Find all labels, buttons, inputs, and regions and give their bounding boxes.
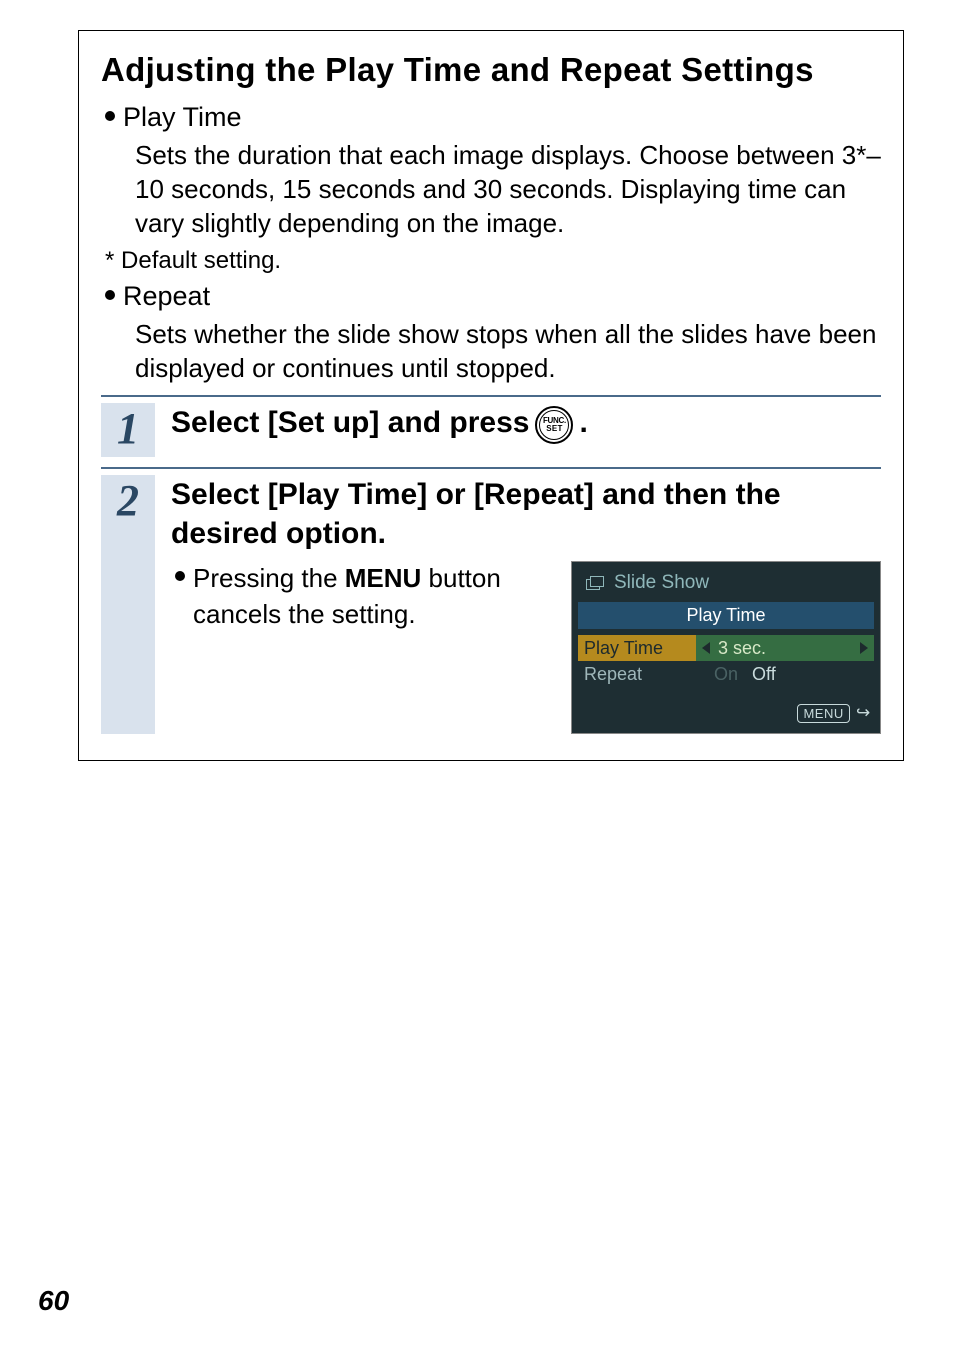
step-number: 1 bbox=[101, 403, 155, 457]
bullet-repeat: Repeat bbox=[101, 279, 881, 314]
bullet-dot-icon bbox=[105, 111, 115, 121]
play-time-description: Sets the duration that each image displa… bbox=[135, 139, 881, 240]
lcd-row-label: Play Time bbox=[578, 638, 696, 659]
bullet-label: Play Time bbox=[123, 100, 242, 135]
lcd-repeat-row: Repeat On Off bbox=[578, 661, 874, 687]
repeat-on-option: On bbox=[714, 664, 738, 685]
step-1-row: 1 Select [Set up] and press FUNC. SET . bbox=[101, 395, 881, 467]
slide-show-icon bbox=[586, 576, 604, 590]
lcd-play-time-value: 3 sec. bbox=[718, 638, 766, 659]
repeat-off-option: Off bbox=[752, 664, 776, 685]
step-1-heading: Select [Set up] and press FUNC. SET . bbox=[171, 403, 881, 442]
step-2-note: Pressing the MENU button cancels the set… bbox=[171, 561, 553, 631]
menu-button-label: MENU bbox=[797, 704, 849, 723]
lcd-row-value: 3 sec. bbox=[696, 635, 874, 661]
section-title: Adjusting the Play Time and Repeat Setti… bbox=[101, 49, 881, 90]
step-2-heading: Select [Play Time] or [Repeat] and then … bbox=[171, 475, 881, 553]
camera-lcd-screenshot: Slide Show Play Time Play Time 3 sec. bbox=[571, 561, 881, 734]
repeat-description: Sets whether the slide show stops when a… bbox=[135, 318, 881, 386]
func-icon-bot: SET bbox=[546, 425, 562, 433]
step-1-text-b: . bbox=[579, 403, 587, 442]
note-part-a: Pressing the bbox=[193, 563, 345, 593]
lcd-section-header: Play Time bbox=[578, 602, 874, 629]
step-2-heading-text: Select [Play Time] or [Repeat] and then … bbox=[171, 475, 881, 553]
func-set-icon: FUNC. SET bbox=[535, 406, 573, 444]
step-2-note-text: Pressing the MENU button cancels the set… bbox=[193, 561, 553, 631]
page-number: 60 bbox=[38, 1285, 69, 1317]
step-1-text-a: Select [Set up] and press bbox=[171, 403, 529, 442]
triangle-right-icon bbox=[860, 642, 868, 654]
bullet-dot-icon bbox=[175, 571, 185, 581]
bullet-label: Repeat bbox=[123, 279, 210, 314]
menu-word: MENU bbox=[345, 563, 422, 593]
bullet-dot-icon bbox=[105, 290, 115, 300]
lcd-play-time-row: Play Time 3 sec. bbox=[578, 635, 874, 661]
step-number: 2 bbox=[101, 475, 155, 734]
lcd-row-label: Repeat bbox=[578, 664, 696, 685]
lcd-footer: MENU ↩ bbox=[572, 687, 880, 725]
lcd-title-row: Slide Show bbox=[572, 562, 880, 602]
step-2-row: 2 Select [Play Time] or [Repeat] and the… bbox=[101, 467, 881, 744]
default-footnote: * Default setting. bbox=[105, 247, 881, 275]
lcd-title: Slide Show bbox=[614, 572, 709, 594]
bullet-play-time: Play Time bbox=[101, 100, 881, 135]
back-arrow-icon: ↩ bbox=[856, 703, 870, 723]
triangle-left-icon bbox=[702, 642, 710, 654]
